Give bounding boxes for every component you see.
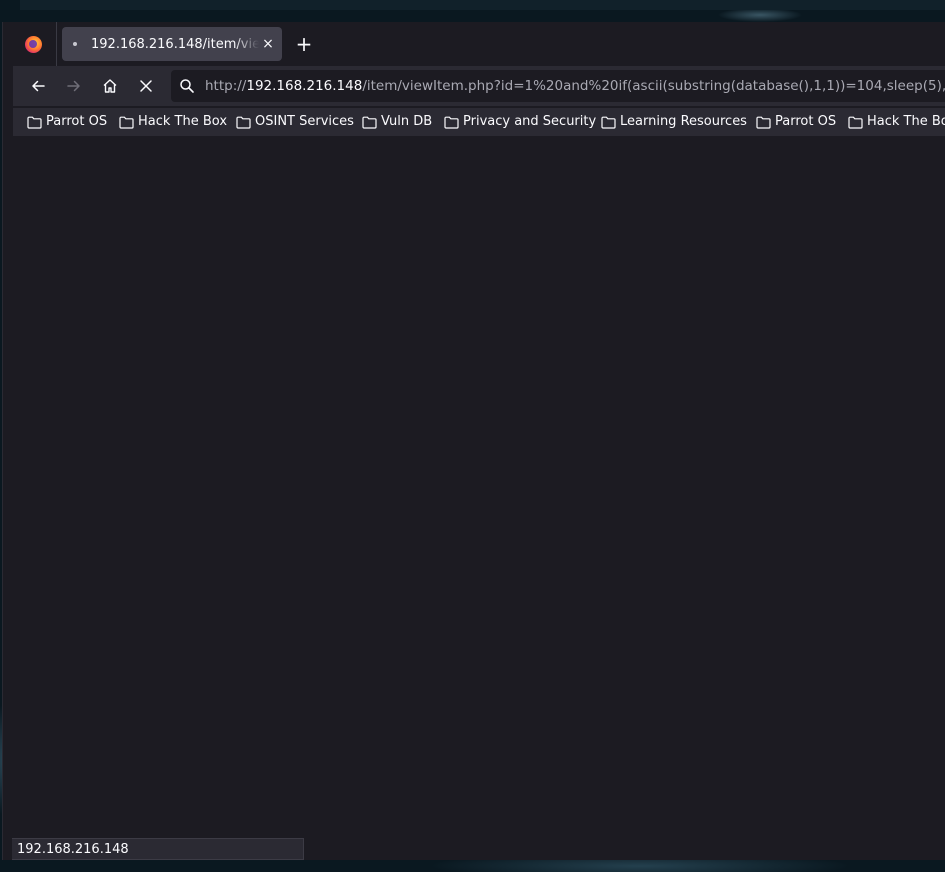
home-button[interactable] xyxy=(96,72,124,100)
bookmark-folder[interactable]: Parrot OS xyxy=(756,113,836,131)
url-scheme: http:// xyxy=(205,78,247,94)
page-content[interactable] xyxy=(13,136,945,860)
bookmark-label: Hack The Box xyxy=(867,114,945,129)
bookmarks-toolbar: Parrot OS Hack The Box OSINT Services Vu… xyxy=(13,108,945,136)
back-button[interactable] xyxy=(24,72,52,100)
arrow-right-icon xyxy=(67,80,80,92)
close-icon xyxy=(140,80,152,92)
folder-icon xyxy=(27,116,42,129)
url-host: 192.168.216.148 xyxy=(246,78,363,94)
folder-icon xyxy=(756,116,771,129)
arrow-left-icon xyxy=(32,80,45,92)
folder-icon xyxy=(119,116,134,129)
tab-loading-icon xyxy=(73,42,77,46)
forward-button[interactable] xyxy=(60,72,88,100)
bookmark-label: Hack The Box xyxy=(138,114,228,129)
home-icon xyxy=(103,79,117,93)
firefox-icon[interactable] xyxy=(25,36,42,53)
bookmark-folder[interactable]: Privacy and Security xyxy=(444,113,596,131)
tab-active[interactable]: 192.168.216.148/item/viewItem.php?id=1%2… xyxy=(62,27,282,61)
bookmark-folder[interactable]: Hack The Box xyxy=(848,113,945,131)
url-path: /item/viewItem.php?id=1%20and%20if(ascii… xyxy=(362,78,945,94)
folder-icon xyxy=(848,116,863,129)
search-icon xyxy=(180,79,194,93)
bookmark-label: Parrot OS xyxy=(775,114,837,129)
navigation-toolbar: http://192.168.216.148/item/viewItem.php… xyxy=(13,66,945,106)
tab-title: 192.168.216.148/item/viewItem.php?id=1%2… xyxy=(91,37,259,52)
folder-icon xyxy=(362,116,377,129)
bookmark-folder[interactable]: Vuln DB xyxy=(362,113,432,131)
bookmark-folder[interactable]: Learning Resources xyxy=(601,113,747,131)
bookmark-label: Parrot OS xyxy=(46,114,108,129)
url-text[interactable]: http://192.168.216.148/item/viewItem.php… xyxy=(205,77,945,95)
folder-icon xyxy=(236,116,251,129)
stop-button[interactable] xyxy=(132,72,160,100)
tab-close-button[interactable]: × xyxy=(259,35,277,53)
bookmark-folder[interactable]: Hack The Box xyxy=(119,113,227,131)
bookmark-folder[interactable]: Parrot OS xyxy=(27,113,107,131)
desktop-top-panel xyxy=(20,0,945,10)
status-bar: 192.168.216.148 xyxy=(12,838,304,860)
bookmark-label: OSINT Services xyxy=(255,114,354,129)
bookmark-label: Vuln DB xyxy=(381,114,433,129)
bookmark-label: Privacy and Security xyxy=(463,114,597,129)
url-bar[interactable]: http://192.168.216.148/item/viewItem.php… xyxy=(171,70,945,102)
bookmark-label: Learning Resources xyxy=(620,114,747,129)
folder-icon xyxy=(601,116,616,129)
bookmark-folder[interactable]: OSINT Services xyxy=(236,113,354,131)
tab-bar: 192.168.216.148/item/viewItem.php?id=1%2… xyxy=(3,22,945,66)
new-tab-button[interactable]: + xyxy=(293,33,315,55)
folder-icon xyxy=(444,116,459,129)
tab-divider xyxy=(56,22,57,66)
browser-window: 192.168.216.148/item/viewItem.php?id=1%2… xyxy=(2,22,945,860)
